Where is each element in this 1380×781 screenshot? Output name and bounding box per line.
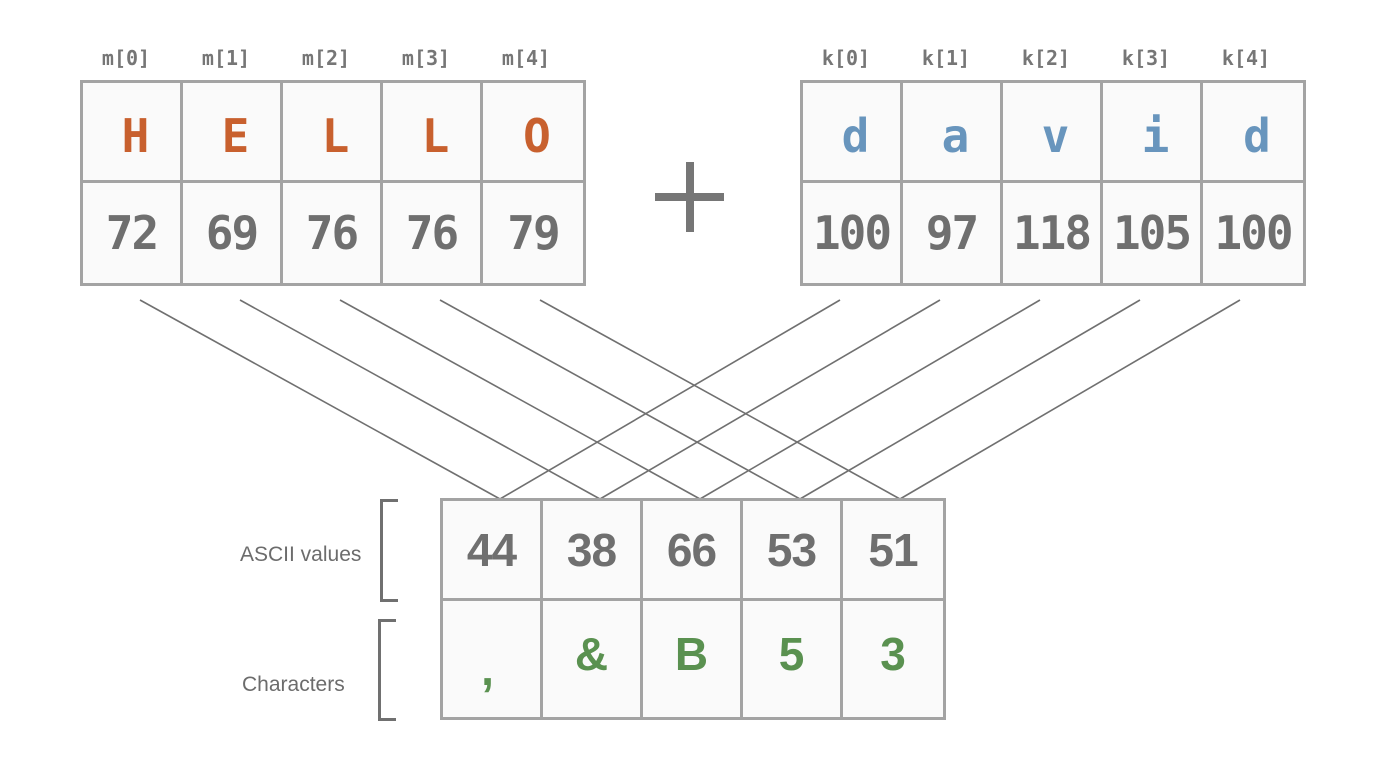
key-char: i	[1141, 108, 1170, 163]
result-ascii-cell: 51	[843, 501, 943, 601]
key-char: v	[1041, 108, 1070, 163]
key-index: k[3]	[1121, 46, 1171, 70]
result-ascii: 51	[868, 523, 918, 576]
message-grid: H E L L O 72 69 76 76 79	[80, 80, 586, 286]
message-ascii: 79	[507, 206, 560, 260]
key-index: k[1]	[921, 46, 971, 70]
message-index: m[4]	[501, 46, 551, 70]
key-index: k[4]	[1221, 46, 1271, 70]
message-ascii-cell: 72	[83, 183, 183, 283]
ascii-values-bracket	[380, 499, 398, 602]
key-ascii-cell: 97	[903, 183, 1003, 283]
key-to-result-line	[599, 299, 941, 500]
result-ascii-cell: 53	[743, 501, 843, 601]
key-ascii-cell: 100	[803, 183, 903, 283]
message-ascii: 69	[205, 206, 259, 260]
message-ascii: 76	[305, 206, 359, 260]
message-ascii-cell: 76	[283, 183, 383, 283]
message-to-result-line	[539, 299, 901, 500]
result-ascii: 38	[566, 523, 617, 576]
key-ascii: 100	[812, 206, 892, 260]
result-char-cell: &	[543, 601, 643, 717]
key-to-result-line	[799, 299, 1141, 500]
message-to-result-line	[139, 299, 501, 500]
ascii-values-label: ASCII values	[240, 543, 362, 566]
key-char: d	[1243, 108, 1271, 163]
message-ascii: 72	[105, 206, 159, 260]
message-char-cell: H	[83, 83, 183, 183]
result-char-cell: B	[643, 601, 743, 717]
result-ascii: 66	[666, 523, 717, 576]
plus-icon	[655, 162, 724, 232]
result-char-cell: ,	[443, 601, 543, 717]
message-char-cell: L	[383, 83, 483, 183]
key-ascii: 105	[1112, 206, 1192, 260]
result-char: 3	[880, 628, 906, 680]
message-to-result-line	[239, 299, 601, 500]
key-ascii: 100	[1214, 206, 1293, 260]
message-char: E	[221, 108, 250, 163]
key-ascii-cell: 100	[1203, 183, 1303, 283]
message-ascii-cell: 76	[383, 183, 483, 283]
message-char: L	[321, 108, 350, 163]
characters-label: Characters	[242, 673, 345, 696]
result-grid: 44 38 66 53 51 , & B 5 3	[440, 498, 946, 720]
message-ascii: 76	[405, 206, 459, 260]
message-char-cell: E	[183, 83, 283, 183]
key-char-cell: d	[1203, 83, 1303, 183]
result-ascii-cell: 44	[443, 501, 543, 601]
key-char-cell: d	[803, 83, 903, 183]
message-char: H	[121, 108, 150, 163]
result-char: B	[674, 628, 709, 680]
message-to-result-line	[339, 299, 701, 500]
message-to-result-line	[439, 299, 801, 500]
key-ascii-cell: 118	[1003, 183, 1103, 283]
result-char: &	[574, 628, 609, 680]
key-char: d	[841, 108, 870, 163]
message-char-cell: O	[483, 83, 583, 183]
key-to-result-line	[499, 299, 841, 500]
message-index: m[3]	[401, 46, 451, 70]
key-to-result-line	[899, 299, 1241, 500]
result-char-cell: 3	[843, 601, 943, 717]
key-ascii: 97	[925, 206, 979, 260]
message-index: m[1]	[201, 46, 251, 70]
key-index: k[0]	[821, 46, 871, 70]
key-ascii-cell: 105	[1103, 183, 1203, 283]
key-char-cell: a	[903, 83, 1003, 183]
result-ascii: 44	[466, 523, 517, 576]
result-ascii-cell: 66	[643, 501, 743, 601]
message-char: O	[523, 108, 551, 163]
key-to-result-line	[699, 299, 1041, 500]
key-grid: d a v i d 100 97 118 105 100	[800, 80, 1306, 286]
message-ascii-cell: 69	[183, 183, 283, 283]
message-char-cell: L	[283, 83, 383, 183]
message-ascii-cell: 79	[483, 183, 583, 283]
result-char: 5	[778, 628, 805, 680]
result-ascii-cell: 38	[543, 501, 643, 601]
characters-bracket	[378, 619, 396, 721]
result-char: ,	[481, 643, 494, 695]
result-char-cell: 5	[743, 601, 843, 717]
message-index: m[0]	[101, 46, 151, 70]
message-char: L	[421, 108, 450, 163]
key-char: a	[941, 108, 970, 163]
result-ascii: 53	[766, 523, 817, 576]
key-char-cell: i	[1103, 83, 1203, 183]
key-index: k[2]	[1021, 46, 1071, 70]
key-char-cell: v	[1003, 83, 1103, 183]
key-ascii: 118	[1012, 206, 1092, 260]
message-index: m[2]	[301, 46, 351, 70]
